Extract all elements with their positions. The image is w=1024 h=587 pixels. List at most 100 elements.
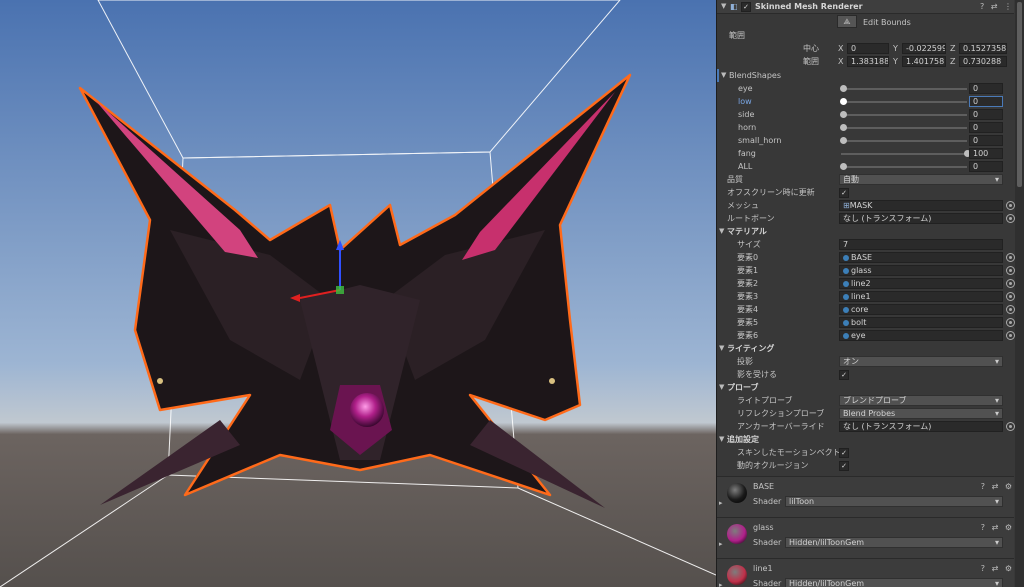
quality-row: 品質 自動 (717, 173, 1014, 186)
object-picker-icon[interactable] (1006, 253, 1015, 262)
blendshape-value-field[interactable]: 0 (969, 83, 1003, 94)
preset-icon[interactable]: ⇄ (991, 2, 1000, 11)
fold-arrow-icon[interactable]: ▼ (721, 0, 726, 13)
center-x-field[interactable]: 0 (847, 43, 889, 54)
material-element-field[interactable]: line1 (839, 291, 1003, 302)
anchor-override-field[interactable]: なし (トランスフォーム) (839, 421, 1003, 432)
lighting-header[interactable]: ▼ ライティング (717, 342, 1014, 355)
object-picker-icon[interactable] (1006, 331, 1015, 340)
edit-bounds-button[interactable]: ⟁ (837, 15, 857, 28)
blendshape-row: ALL 0 (717, 160, 1014, 173)
gear-icon[interactable]: ⚙ (1005, 482, 1014, 491)
blendshape-slider-track[interactable] (841, 153, 967, 155)
mesh-field[interactable]: ⊞MASK (839, 200, 1003, 211)
blendshape-slider-knob[interactable] (840, 124, 847, 131)
probes-header[interactable]: ▼ プローブ (717, 381, 1014, 394)
blendshape-slider-track[interactable] (841, 127, 967, 129)
blendshape-value-field[interactable]: 0 (969, 109, 1003, 120)
gear-icon[interactable]: ⚙ (1005, 564, 1014, 573)
offscreen-checkbox[interactable]: ✓ (839, 188, 849, 198)
preset-icon[interactable]: ⇄ (992, 482, 1001, 491)
preset-icon[interactable]: ⇄ (992, 523, 1001, 532)
materials-size-row: サイズ 7 (717, 238, 1014, 251)
shader-dropdown[interactable]: lilToon (785, 496, 1003, 507)
reflection-probes-dropdown[interactable]: Blend Probes (839, 408, 1003, 419)
object-picker-icon[interactable] (1006, 318, 1015, 327)
object-picker-icon[interactable] (1006, 422, 1015, 431)
extent-z-field[interactable]: 0.730288 (959, 56, 1007, 67)
center-y-field[interactable]: -0.0225996 (902, 43, 946, 54)
scrollbar-thumb[interactable] (1017, 2, 1022, 187)
materials-header[interactable]: ▼ マテリアル (717, 225, 1014, 238)
help-icon[interactable]: ? (981, 564, 987, 573)
blendshape-slider-knob[interactable] (840, 163, 847, 170)
more-icon[interactable]: ⋮ (1004, 2, 1014, 11)
material-name: line1 (753, 564, 773, 573)
offscreen-label: オフスクリーン時に更新 (727, 188, 815, 197)
material-element-field[interactable]: eye (839, 330, 1003, 341)
light-probes-dropdown[interactable]: ブレンドプローブ (839, 395, 1003, 406)
material-header-icons: ? ⇄ ⚙ (981, 562, 1014, 575)
inspector-scrollbar[interactable] (1015, 0, 1024, 587)
blendshape-slider-knob[interactable] (840, 85, 847, 92)
rootbone-field[interactable]: なし (トランスフォーム) (839, 213, 1003, 224)
help-icon[interactable]: ? (981, 482, 987, 491)
object-picker-icon[interactable] (1006, 279, 1015, 288)
inspector-panel: ▼ ◧ ✓ Skinned Mesh Renderer ? ⇄ ⋮ ⟁ Edit… (716, 0, 1024, 587)
center-z-field[interactable]: 0.1527358 (959, 43, 1007, 54)
extent-x-field[interactable]: 1.383188 (847, 56, 889, 67)
material-panel: ▸line1ShaderHidden/lilToonGem? ⇄ ⚙ (717, 558, 1014, 587)
blendshape-slider-track[interactable] (841, 88, 967, 90)
material-element-row: 要素0 BASE (717, 251, 1015, 264)
material-element-field[interactable]: bolt (839, 317, 1003, 328)
object-picker-icon[interactable] (1006, 201, 1015, 210)
motion-vectors-checkbox[interactable]: ✓ (839, 448, 849, 458)
cast-shadows-row: 投影 オン (717, 355, 1014, 368)
object-picker-icon[interactable] (1006, 214, 1015, 223)
blendshape-slider-knob[interactable] (840, 137, 847, 144)
blendshape-value-field[interactable]: 0 (969, 135, 1003, 146)
receive-shadows-label: 影を受ける (737, 370, 777, 379)
blendshape-slider-knob[interactable] (840, 111, 847, 118)
receive-shadows-checkbox[interactable]: ✓ (839, 370, 849, 380)
blendshape-slider-track[interactable] (841, 166, 967, 168)
material-element-field[interactable]: BASE (839, 252, 1003, 263)
dynamic-occlusion-checkbox[interactable]: ✓ (839, 461, 849, 471)
material-element-field[interactable]: line2 (839, 278, 1003, 289)
blendshapes-header[interactable]: ▼ BlendShapes (717, 69, 1014, 82)
object-picker-icon[interactable] (1006, 266, 1015, 275)
blendshape-value-field[interactable]: 0 (969, 96, 1003, 107)
blendshape-value-field[interactable]: 100 (969, 148, 1003, 159)
help-icon[interactable]: ? (981, 523, 987, 532)
quality-dropdown[interactable]: 自動 (839, 174, 1003, 185)
component-enabled-checkbox[interactable]: ✓ (741, 2, 751, 12)
blendshape-label: eye (738, 84, 753, 93)
material-element-field[interactable]: core (839, 304, 1003, 315)
preset-icon[interactable]: ⇄ (992, 564, 1001, 573)
shader-label: Shader (753, 579, 782, 587)
blendshape-value-field[interactable]: 0 (969, 161, 1003, 172)
fold-arrow-icon[interactable]: ▸ (719, 579, 723, 587)
blendshape-slider-track[interactable] (841, 140, 967, 142)
blendshape-label: low (738, 97, 752, 106)
shader-dropdown[interactable]: Hidden/lilToonGem (785, 537, 1003, 548)
scene-viewport[interactable] (0, 0, 716, 587)
blendshape-slider-track[interactable] (841, 114, 967, 116)
light-probes-row: ライトプローブ ブレンドプローブ (717, 394, 1014, 407)
fold-arrow-icon[interactable]: ▸ (719, 497, 723, 510)
materials-size-field[interactable]: 7 (839, 239, 1003, 250)
material-preview-thumbnail (727, 565, 747, 585)
object-picker-icon[interactable] (1006, 292, 1015, 301)
fold-arrow-icon[interactable]: ▸ (719, 538, 723, 551)
gear-icon[interactable]: ⚙ (1005, 523, 1014, 532)
blendshape-value-field[interactable]: 0 (969, 122, 1003, 133)
shader-dropdown[interactable]: Hidden/lilToonGem (785, 578, 1003, 587)
additional-header[interactable]: ▼ 追加設定 (717, 433, 1014, 446)
blendshape-slider-track[interactable] (841, 101, 967, 103)
cast-shadows-dropdown[interactable]: オン (839, 356, 1003, 367)
blendshape-slider-knob[interactable] (840, 98, 847, 105)
material-element-field[interactable]: glass (839, 265, 1003, 276)
extent-y-field[interactable]: 1.401758 (902, 56, 946, 67)
help-icon[interactable]: ? (980, 2, 986, 11)
object-picker-icon[interactable] (1006, 305, 1015, 314)
